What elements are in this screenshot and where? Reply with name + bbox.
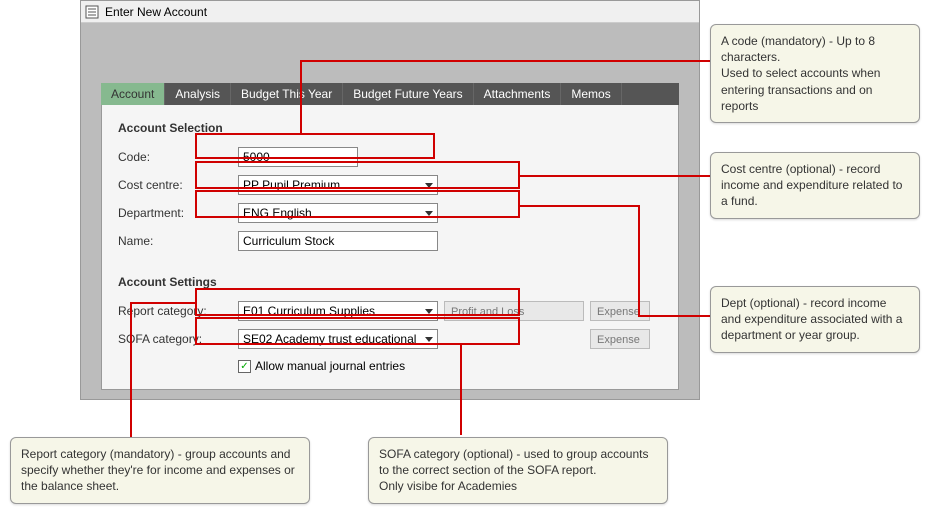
tab-strip: Account Analysis Budget This Year Budget… [101,83,679,105]
row-name: Name: [118,229,662,253]
name-label: Name: [118,234,238,248]
titlebar: Enter New Account [81,1,699,23]
tab-budget-future-years[interactable]: Budget Future Years [343,83,473,105]
callout-costcentre: Cost centre (optional) - record income a… [710,152,920,219]
tab-label: Account [111,87,154,101]
callout-sofa: SOFA category (optional) - used to group… [368,437,668,504]
row-costcentre: Cost centre: [118,173,662,197]
account-panel: Account Selection Code: Cost centre: Dep… [101,105,679,390]
name-input[interactable] [238,231,438,251]
row-reportcat: Report category: Profit and Loss Expense [118,299,662,323]
row-department: Department: [118,201,662,225]
row-code: Code: [118,145,662,169]
tab-label: Analysis [175,87,220,101]
tab-account[interactable]: Account [101,83,165,105]
sofa-side-box: Expense [590,329,650,349]
section-account-settings: Account Settings [118,275,662,289]
reportcat-type-box: Profit and Loss [444,301,584,321]
reportcat-side-box: Expense [590,301,650,321]
form-icon [85,5,99,19]
tab-label: Budget This Year [241,87,332,101]
window-title: Enter New Account [105,5,207,19]
tab-attachments[interactable]: Attachments [474,83,562,105]
allow-manual-label: Allow manual journal entries [255,359,405,373]
row-allow-manual: ✓ Allow manual journal entries [238,359,662,373]
window-body: Account Analysis Budget This Year Budget… [81,23,699,399]
department-label: Department: [118,206,238,220]
tab-label: Memos [571,87,610,101]
costcentre-label: Cost centre: [118,178,238,192]
callout-reportcat: Report category (mandatory) - group acco… [10,437,310,504]
tab-label: Attachments [484,87,551,101]
section-account-selection: Account Selection [118,121,662,135]
reportcat-label: Report category: [118,304,238,318]
reportcat-select[interactable] [238,301,438,321]
code-label: Code: [118,150,238,164]
callout-code: A code (mandatory) - Up to 8 characters.… [710,24,920,123]
costcentre-select[interactable] [238,175,438,195]
tab-budget-this-year[interactable]: Budget This Year [231,83,343,105]
sofa-label: SOFA category: [118,332,238,346]
tab-label: Budget Future Years [353,87,462,101]
allow-manual-checkbox[interactable]: ✓ [238,360,251,373]
callout-dept: Dept (optional) - record income and expe… [710,286,920,353]
code-input[interactable] [238,147,358,167]
department-select[interactable] [238,203,438,223]
sofa-select[interactable] [238,329,438,349]
row-sofa: SOFA category: Expense [118,327,662,351]
enter-new-account-window: Enter New Account Account Analysis Budge… [80,0,700,400]
tab-analysis[interactable]: Analysis [165,83,231,105]
tab-memos[interactable]: Memos [561,83,621,105]
